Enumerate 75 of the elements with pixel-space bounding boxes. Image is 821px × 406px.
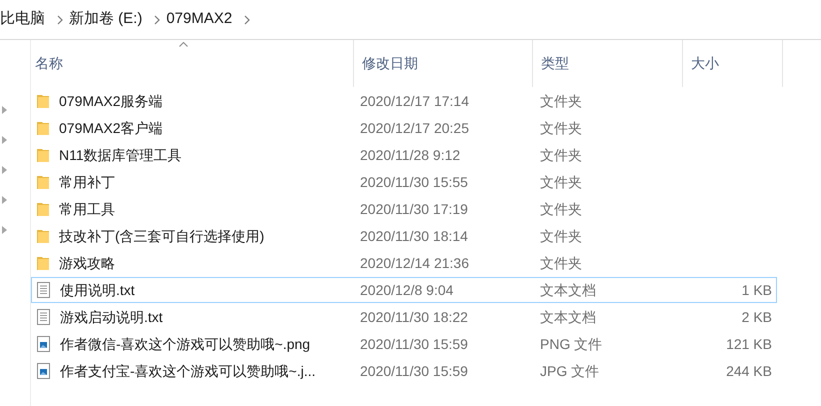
expand-arrow-icon[interactable] — [2, 196, 7, 204]
file-size: 2 KB — [742, 308, 772, 324]
expand-arrow-icon[interactable] — [2, 226, 7, 234]
folder-icon — [37, 175, 49, 189]
file-row[interactable]: 常用补丁 2020/11/30 15:55 文件夹 — [31, 169, 777, 195]
modified-date: 2020/11/30 17:19 — [360, 200, 468, 216]
chevron-icon[interactable] — [244, 14, 250, 24]
file-name: 游戏攻略 — [59, 254, 115, 272]
modified-date: 2020/11/28 9:12 — [360, 146, 460, 162]
modified-date: 2020/12/14 21:36 — [360, 254, 469, 270]
file-name: 079MAX2客户端 — [59, 118, 162, 138]
file-size: 244 KB — [726, 362, 772, 378]
file-name: N11数据库管理工具 — [59, 146, 182, 164]
file-type: 文本文档 — [540, 308, 596, 324]
modified-date: 2020/11/30 18:14 — [360, 228, 468, 244]
image-file-icon — [37, 336, 50, 352]
file-name: 技改补丁(含三套可自行选择使用) — [59, 226, 264, 246]
file-type: 文件夹 — [540, 174, 582, 190]
text-document-icon — [37, 282, 50, 298]
breadcrumb-item[interactable]: 079MAX2 — [160, 8, 232, 31]
folder-icon — [37, 148, 49, 162]
modified-date: 2020/11/30 15:59 — [360, 362, 468, 378]
file-name: 常用工具 — [59, 200, 115, 218]
file-row[interactable]: 游戏攻略 2020/12/14 21:36 文件夹 — [31, 250, 777, 276]
column-header[interactable]: 名称 — [31, 40, 353, 87]
file-size: 121 KB — [726, 336, 772, 352]
file-name: 常用补丁 — [59, 172, 115, 192]
column-header[interactable]: 类型 — [532, 40, 682, 87]
column-header[interactable]: 大小 — [682, 40, 782, 87]
file-row[interactable]: 079MAX2服务端 2020/12/17 17:14 文件夹 — [31, 88, 777, 114]
modified-date: 2020/11/30 15:55 — [360, 174, 468, 190]
chevron-icon[interactable] — [57, 14, 63, 24]
file-type: 文件夹 — [540, 254, 582, 270]
sort-caret-icon — [179, 42, 188, 47]
file-type: 文件夹 — [540, 92, 582, 108]
modified-date: 2020/11/30 18:22 — [360, 308, 468, 324]
file-size: 1 KB — [742, 282, 772, 298]
folder-icon — [37, 202, 49, 216]
file-type: 文本文档 — [540, 282, 596, 298]
file-name: 游戏启动说明.txt — [60, 308, 163, 326]
folder-icon — [37, 94, 49, 108]
file-type: 文件夹 — [540, 120, 582, 136]
breadcrumb-item[interactable]: 新加卷 (E:) — [63, 8, 142, 31]
folder-icon — [37, 121, 49, 135]
file-name: 使用说明.txt — [60, 280, 135, 300]
expand-arrow-icon[interactable] — [2, 166, 7, 174]
file-type: 文件夹 — [540, 146, 582, 162]
file-row[interactable]: 作者微信-喜欢这个游戏可以赞助哦~.png 2020/11/30 15:59 PNG 文件 121 KB — [31, 331, 777, 357]
chevron-icon[interactable] — [154, 14, 160, 24]
text-document-icon — [37, 309, 50, 325]
folder-icon — [37, 256, 49, 270]
file-type: 文件夹 — [540, 228, 582, 244]
image-file-icon — [37, 363, 50, 379]
file-type: PNG 文件 — [540, 336, 602, 352]
file-type: 文件夹 — [540, 200, 582, 216]
breadcrumb-item[interactable]: 比电脑 — [0, 8, 45, 31]
modified-date: 2020/12/17 17:14 — [360, 92, 469, 108]
file-row[interactable]: 使用说明.txt 2020/12/8 9:04 文本文档 1 KB — [31, 277, 777, 303]
file-row[interactable]: N11数据库管理工具 2020/11/28 9:12 文件夹 — [31, 142, 777, 168]
file-row[interactable]: 技改补丁(含三套可自行选择使用) 2020/11/30 18:14 文件夹 — [31, 223, 777, 249]
file-row[interactable]: 游戏启动说明.txt 2020/11/30 18:22 文本文档 2 KB — [31, 304, 777, 330]
modified-date: 2020/11/30 15:59 — [360, 336, 468, 352]
file-name: 079MAX2服务端 — [59, 92, 162, 110]
file-row[interactable]: 079MAX2客户端 2020/12/17 20:25 文件夹 — [31, 115, 777, 141]
folder-icon — [37, 229, 49, 243]
file-name: 作者支付宝-喜欢这个游戏可以赞助哦~.j... — [60, 362, 316, 381]
file-row[interactable]: 作者支付宝-喜欢这个游戏可以赞助哦~.j... 2020/11/30 15:59 JPG 文件 244 KB — [31, 358, 777, 384]
expand-arrow-icon[interactable] — [2, 136, 7, 144]
file-row[interactable]: 常用工具 2020/11/30 17:19 文件夹 — [31, 196, 777, 222]
modified-date: 2020/12/17 20:25 — [360, 120, 469, 136]
file-type: JPG 文件 — [540, 362, 600, 378]
column-header[interactable]: 修改日期 — [353, 40, 532, 87]
expand-arrow-icon[interactable] — [2, 106, 7, 114]
file-name: 作者微信-喜欢这个游戏可以赞助哦~.png — [60, 334, 310, 354]
modified-date: 2020/12/8 9:04 — [360, 282, 454, 298]
